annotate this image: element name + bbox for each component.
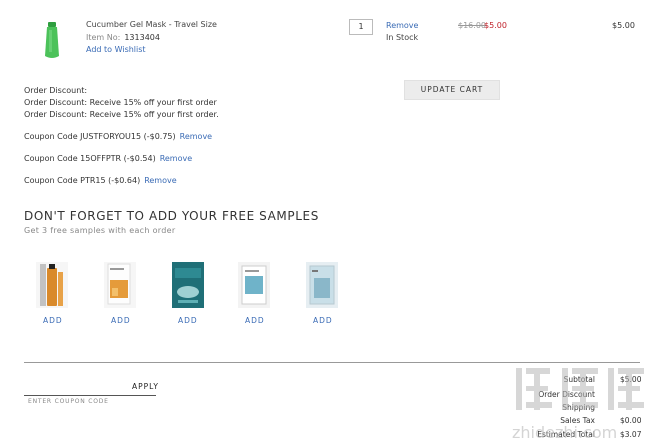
sample-image xyxy=(36,262,68,308)
sample-image xyxy=(172,262,204,308)
quantity-input[interactable]: 1 xyxy=(349,19,373,35)
sale-price: $5.00 xyxy=(484,21,507,30)
coupon-input-placeholder: ENTER COUPON CODE xyxy=(28,398,109,405)
coupon-row: Coupon Code JUSTFORYOU15 (-$0.75) Remove xyxy=(24,132,212,141)
order-discount-line: Order Discount: Receive 15% off your fir… xyxy=(24,98,217,107)
item-number-label: Item No: xyxy=(86,33,121,42)
add-sample-button[interactable]: ADD xyxy=(245,316,265,325)
coupon-code: Coupon Code JUSTFORYOU15 (-$0.75) xyxy=(24,132,176,141)
remove-item-link[interactable]: Remove xyxy=(386,21,418,30)
stock-status: In Stock xyxy=(386,33,419,42)
order-discount-line: Order Discount: Receive 15% off your fir… xyxy=(24,110,219,119)
update-cart-button[interactable]: UPDATE CART xyxy=(404,80,500,100)
add-sample-button[interactable]: ADD xyxy=(313,316,333,325)
order-discount-line: Order Discount: xyxy=(24,86,88,95)
coupon-input[interactable] xyxy=(24,395,156,396)
svg-text:zhidezhi.com: zhidezhi.com xyxy=(512,423,617,442)
original-price: $16.00 xyxy=(458,21,486,30)
samples-subheading: Get 3 free samples with each order xyxy=(24,226,176,235)
coupon-row: Coupon Code 15OFFPTR (-$0.54) Remove xyxy=(24,154,192,163)
coupon-row: Coupon Code PTR15 (-$0.64) Remove xyxy=(24,176,177,185)
watermark: zhidezhi.com xyxy=(512,364,662,444)
coupon-code: Coupon Code PTR15 (-$0.64) xyxy=(24,176,141,185)
item-number: Item No: 1313404 xyxy=(86,33,160,42)
coupon-code: Coupon Code 15OFFPTR (-$0.54) xyxy=(24,154,156,163)
add-sample-button[interactable]: ADD xyxy=(111,316,131,325)
line-total: $5.00 xyxy=(612,21,635,30)
product-name[interactable]: Cucumber Gel Mask - Travel Size xyxy=(86,20,217,29)
item-number-value: 1313404 xyxy=(124,33,160,42)
remove-coupon-link[interactable]: Remove xyxy=(160,154,192,163)
product-thumbnail[interactable] xyxy=(42,22,62,60)
sample-image xyxy=(306,262,338,308)
section-divider xyxy=(24,362,640,363)
apply-coupon-button[interactable]: APPLY xyxy=(132,382,159,391)
sample-image xyxy=(104,262,136,308)
remove-coupon-link[interactable]: Remove xyxy=(144,176,176,185)
sample-image xyxy=(238,262,270,308)
samples-heading: DON'T FORGET TO ADD YOUR FREE SAMPLES xyxy=(24,209,319,223)
add-sample-button[interactable]: ADD xyxy=(178,316,198,325)
add-to-wishlist-link[interactable]: Add to Wishlist xyxy=(86,45,146,54)
remove-coupon-link[interactable]: Remove xyxy=(180,132,212,141)
add-sample-button[interactable]: ADD xyxy=(43,316,63,325)
